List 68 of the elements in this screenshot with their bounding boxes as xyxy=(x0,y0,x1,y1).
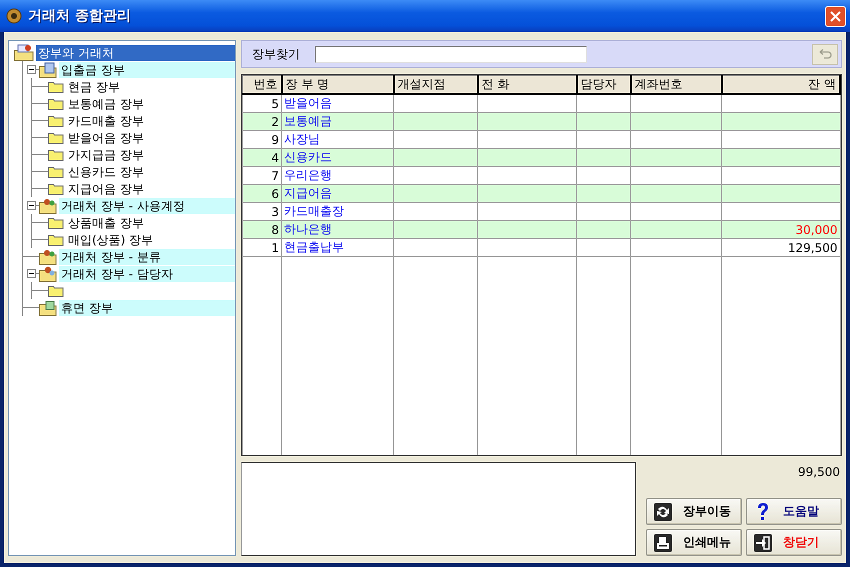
people-folder-icon xyxy=(39,198,57,214)
folder-icon xyxy=(48,114,64,127)
table-cell: 2 xyxy=(242,112,282,130)
tree-item[interactable]: 거래처 장부 - 분류 xyxy=(59,248,235,264)
folder-icon xyxy=(48,80,64,93)
column-header[interactable]: 전 화 xyxy=(478,76,576,94)
table-cell: 4 xyxy=(242,148,282,166)
gear-app-icon xyxy=(6,8,22,24)
table-cell: 1 xyxy=(242,238,282,256)
column-header[interactable]: 개설지점 xyxy=(394,76,478,94)
search-field[interactable] xyxy=(315,46,587,62)
tree-item[interactable]: 거래처 장부 - 담당자 xyxy=(59,266,235,282)
window-title: 거래처 종합관리 xyxy=(28,7,132,25)
tree-item[interactable]: 받을어음 장부 xyxy=(66,130,235,146)
column-header[interactable]: 장 부 명 xyxy=(282,76,394,94)
folder-icon xyxy=(48,284,64,297)
folder-icon xyxy=(48,165,64,178)
undo-arrow-icon xyxy=(818,49,832,59)
folder-icon xyxy=(39,62,57,78)
help-button[interactable]: 도움말 xyxy=(746,498,842,525)
folder-icon xyxy=(48,233,64,246)
collapse-toggle[interactable] xyxy=(26,201,36,210)
tree-item[interactable]: 상품매출 장부 xyxy=(66,214,235,230)
column-header[interactable]: 잔 액 xyxy=(722,76,840,94)
table-cell: 신용카드 xyxy=(282,148,394,166)
column-header[interactable]: 담당자 xyxy=(576,76,630,94)
tree-item[interactable]: 현금 장부 xyxy=(66,78,235,94)
move-button[interactable]: 장부이동 xyxy=(646,498,742,525)
question-mark-icon xyxy=(756,502,770,522)
close-button[interactable]: 창닫기 xyxy=(746,529,842,556)
tree-item[interactable]: 보통예금 장부 xyxy=(66,96,235,112)
person-folder-icon xyxy=(39,266,57,282)
tree-item[interactable]: 장부와 거래처 xyxy=(36,44,235,60)
table-cell: 지급어음 xyxy=(282,184,394,202)
column-header[interactable]: 번호 xyxy=(242,76,282,94)
collapse-toggle[interactable] xyxy=(26,65,36,74)
table-cell: 하나은행 xyxy=(282,220,394,238)
folder-icon xyxy=(48,216,64,229)
tree-item[interactable]: 매입(상품) 장부 xyxy=(66,232,235,248)
table-cell: 30,000 xyxy=(722,220,840,238)
exit-door-icon xyxy=(754,534,772,552)
search-label: 장부찾기 xyxy=(252,46,300,62)
tree-item[interactable]: 가지급금 장부 xyxy=(66,146,235,162)
table-cell: 6 xyxy=(242,184,282,202)
tree-item[interactable]: 신용카드 장부 xyxy=(66,164,235,180)
close-button[interactable] xyxy=(825,6,846,26)
total-amount: 99,500 xyxy=(798,464,841,479)
print-button[interactable]: 인쇄메뉴 xyxy=(646,529,742,556)
collapse-toggle[interactable] xyxy=(26,269,36,278)
tree-item[interactable]: 입출금 장부 xyxy=(59,62,235,78)
folder-icon xyxy=(48,182,64,195)
table-cell: 8 xyxy=(242,220,282,238)
tree-item[interactable]: 거래처 장부 - 사용계정 xyxy=(59,198,235,214)
folder-icon xyxy=(48,97,64,110)
memo-field[interactable] xyxy=(241,462,636,556)
folder-icon xyxy=(48,131,64,144)
tree-item[interactable]: 휴면 장부 xyxy=(59,300,235,316)
people-folder-icon xyxy=(39,248,57,264)
close-icon xyxy=(830,10,841,22)
table-cell: 보통예금 xyxy=(282,112,394,130)
table-cell: 현금출납부 xyxy=(282,238,394,256)
column-header[interactable]: 계좌번호 xyxy=(630,76,722,94)
tree-item[interactable]: 카드매출 장부 xyxy=(66,112,235,128)
folder-icon xyxy=(48,148,64,161)
table-cell: 129,500 xyxy=(722,238,840,256)
printer-icon xyxy=(654,534,672,552)
tree-item[interactable]: 지급어음 장부 xyxy=(66,180,235,196)
folder-icon xyxy=(39,300,57,316)
